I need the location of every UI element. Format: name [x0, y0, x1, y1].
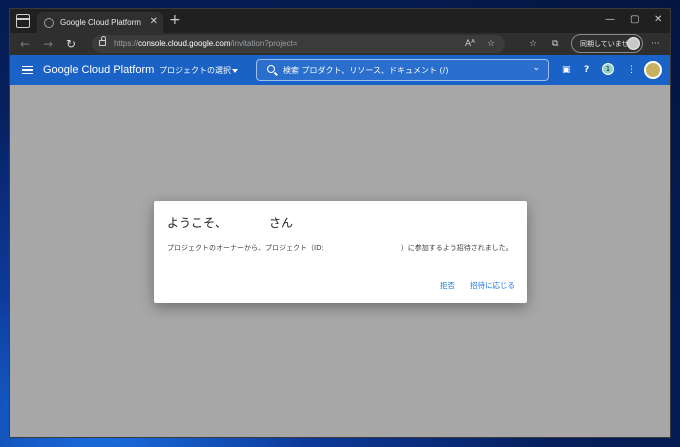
url-text: https://console.cloud.google.com/invitat…	[114, 39, 298, 48]
user-avatar[interactable]	[644, 61, 662, 79]
dropdown-caret-icon[interactable]	[232, 69, 238, 73]
chevron-down-icon[interactable]: ⌄	[532, 63, 540, 73]
lock-icon[interactable]	[99, 36, 106, 46]
reload-button[interactable]: ↻	[66, 36, 76, 52]
page-overlay: ようこそ、 さん プロジェクトのオーナーから、プロジェクト（ID: ）に参加する…	[10, 85, 670, 437]
dialog-title: ようこそ、 さん	[167, 216, 294, 230]
notifications-badge[interactable]: 1	[602, 63, 614, 75]
decline-button[interactable]: 拒否	[440, 280, 455, 291]
minimize-button[interactable]: —	[605, 13, 615, 27]
more-vert-icon[interactable]: ⋮	[627, 63, 636, 77]
address-bar-row: ← → ↻ https://console.cloud.google.com/i…	[10, 33, 670, 55]
gcp-logo[interactable]: Google Cloud Platform	[43, 64, 154, 76]
forward-button[interactable]: →	[43, 36, 53, 52]
tab-actions-icon[interactable]	[16, 14, 30, 28]
search-icon	[267, 65, 275, 73]
cloud-shell-icon[interactable]: ▣	[562, 63, 571, 77]
more-icon[interactable]: ···	[651, 37, 660, 51]
close-window-button[interactable]: ✕	[654, 13, 662, 27]
read-aloud-icon[interactable]: Aᴬ	[465, 37, 475, 51]
search-input[interactable]: 検索 プロダクト、リソース、ドキュメント (/) ⌄	[256, 59, 549, 81]
new-tab-button[interactable]: +	[169, 13, 181, 27]
close-icon[interactable]: ✕	[150, 16, 158, 28]
profile-avatar	[627, 37, 640, 50]
favorites-icon[interactable]: ☆	[529, 37, 537, 51]
gcp-header: Google Cloud Platform プロジェクトの選択 検索 プロダクト…	[10, 55, 670, 85]
accept-invitation-button[interactable]: 招待に応じる	[470, 280, 515, 291]
tab-title: Google Cloud Platform	[60, 18, 141, 27]
tab-google-cloud[interactable]: Google Cloud Platform ✕	[37, 12, 163, 33]
maximize-button[interactable]: ▢	[630, 13, 639, 27]
address-bar[interactable]: https://console.cloud.google.com/invitat…	[92, 35, 505, 53]
back-button[interactable]: ←	[20, 36, 30, 52]
help-icon[interactable]: ?	[584, 63, 589, 77]
favicon-icon	[44, 17, 54, 28]
browser-window: Google Cloud Platform ✕ + — ▢ ✕ ← → ↻ ht…	[9, 8, 671, 438]
dialog-message: プロジェクトのオーナーから、プロジェクト（ID: ）に参加するよう招待されました…	[167, 244, 513, 252]
invitation-dialog: ようこそ、 さん プロジェクトのオーナーから、プロジェクト（ID: ）に参加する…	[154, 201, 527, 303]
profile-button[interactable]: 同期していません	[571, 34, 643, 53]
collections-icon[interactable]: ⧉	[552, 37, 558, 51]
tab-strip: Google Cloud Platform ✕ + — ▢ ✕	[10, 9, 670, 33]
project-selector[interactable]: プロジェクトの選択	[159, 65, 231, 76]
hamburger-menu-icon[interactable]	[22, 66, 33, 74]
favorite-star-icon[interactable]: ☆	[487, 37, 495, 51]
search-placeholder: 検索 プロダクト、リソース、ドキュメント (/)	[283, 66, 449, 75]
